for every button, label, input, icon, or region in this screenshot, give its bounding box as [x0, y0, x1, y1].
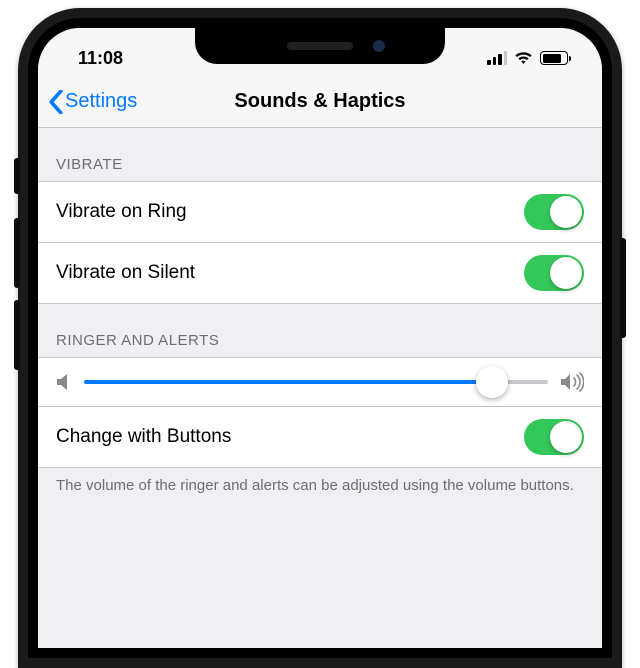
- screen: 11:08 Se: [38, 28, 602, 648]
- section-header-ringer: RINGER AND ALERTS: [38, 304, 602, 357]
- device-frame: 11:08 Se: [18, 8, 622, 668]
- section-header-vibrate: VIBRATE: [38, 128, 602, 181]
- toggle-vibrate-on-ring[interactable]: [524, 194, 584, 230]
- volume-up-button: [14, 218, 20, 288]
- row-vibrate-on-ring[interactable]: Vibrate on Ring: [38, 181, 602, 242]
- volume-down-button: [14, 300, 20, 370]
- mute-switch: [14, 158, 20, 194]
- row-vibrate-on-silent[interactable]: Vibrate on Silent: [38, 242, 602, 304]
- row-label: Change with Buttons: [56, 426, 231, 448]
- settings-content: VIBRATE Vibrate on Ring Vibrate on Silen…: [38, 128, 602, 512]
- status-right: [487, 51, 568, 65]
- cellular-signal-icon: [487, 51, 507, 65]
- row-label: Vibrate on Ring: [56, 201, 187, 223]
- slider-thumb[interactable]: [476, 366, 508, 398]
- front-camera: [373, 40, 385, 52]
- row-volume-slider: [38, 357, 602, 406]
- row-change-with-buttons[interactable]: Change with Buttons: [38, 406, 602, 468]
- notch: [195, 28, 445, 64]
- device-bezel: 11:08 Se: [28, 18, 612, 658]
- nav-bar: Settings Sounds & Haptics: [38, 76, 602, 128]
- volume-slider[interactable]: [84, 380, 548, 384]
- earpiece-speaker: [287, 42, 353, 50]
- volume-high-icon: [560, 372, 584, 392]
- back-label: Settings: [65, 90, 137, 113]
- battery-level: [543, 54, 561, 63]
- status-time: 11:08: [78, 48, 123, 69]
- battery-icon: [540, 51, 568, 65]
- row-label: Vibrate on Silent: [56, 262, 195, 284]
- back-button[interactable]: Settings: [48, 90, 137, 114]
- chevron-left-icon: [48, 90, 64, 114]
- side-button: [620, 238, 626, 338]
- toggle-vibrate-on-silent[interactable]: [524, 255, 584, 291]
- slider-fill: [84, 380, 492, 384]
- section-footer-ringer: The volume of the ringer and alerts can …: [38, 468, 602, 512]
- volume-low-icon: [56, 373, 72, 391]
- toggle-change-with-buttons[interactable]: [524, 419, 584, 455]
- wifi-icon: [514, 51, 533, 65]
